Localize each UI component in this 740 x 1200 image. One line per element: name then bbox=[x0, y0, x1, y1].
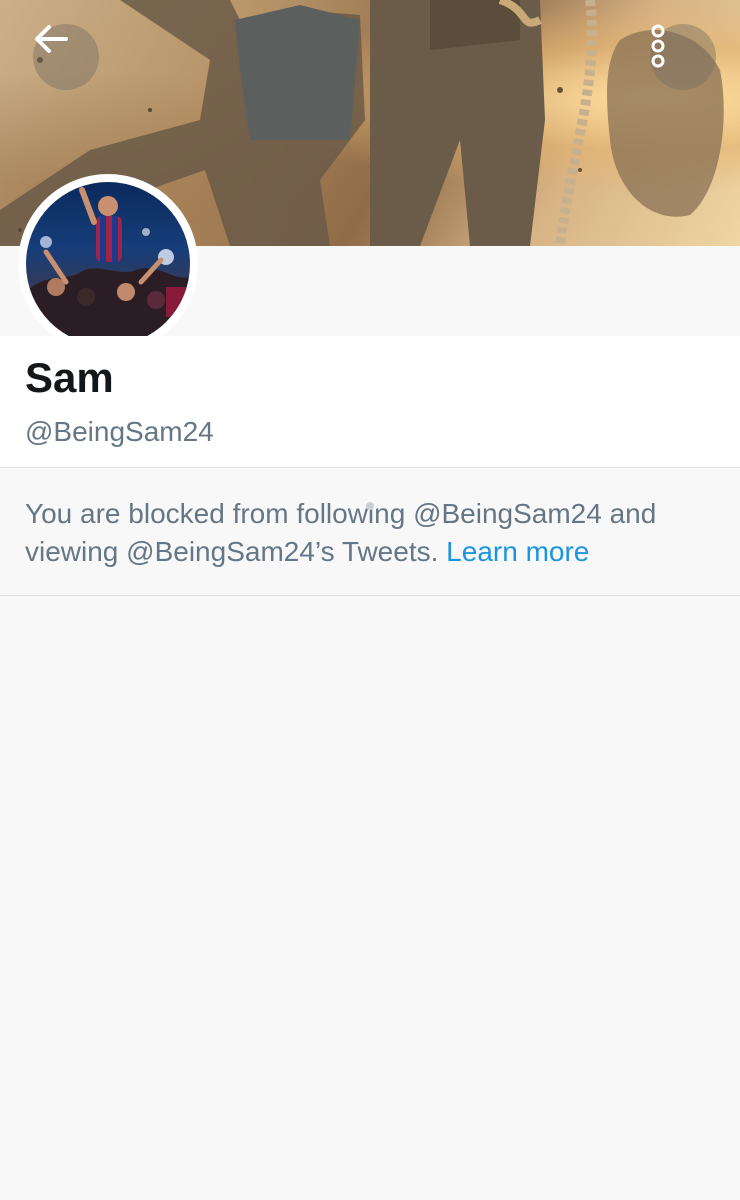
vertical-dots-icon bbox=[651, 24, 665, 68]
back-button[interactable] bbox=[33, 24, 99, 90]
profile-screen: Sam @BeingSam24 You are blocked from fol… bbox=[0, 0, 740, 1200]
loading-dot bbox=[366, 502, 374, 510]
profile-handle: @BeingSam24 bbox=[25, 416, 214, 447]
profile-info: Sam @BeingSam24 bbox=[0, 336, 740, 468]
display-name: Sam bbox=[25, 354, 114, 401]
avatar-image bbox=[26, 182, 190, 346]
blocked-notice: You are blocked from following @BeingSam… bbox=[0, 469, 740, 596]
more-options-button[interactable] bbox=[650, 24, 716, 90]
learn-more-link[interactable]: Learn more bbox=[446, 536, 589, 567]
arrow-left-icon bbox=[35, 25, 68, 53]
avatar[interactable] bbox=[18, 174, 198, 354]
